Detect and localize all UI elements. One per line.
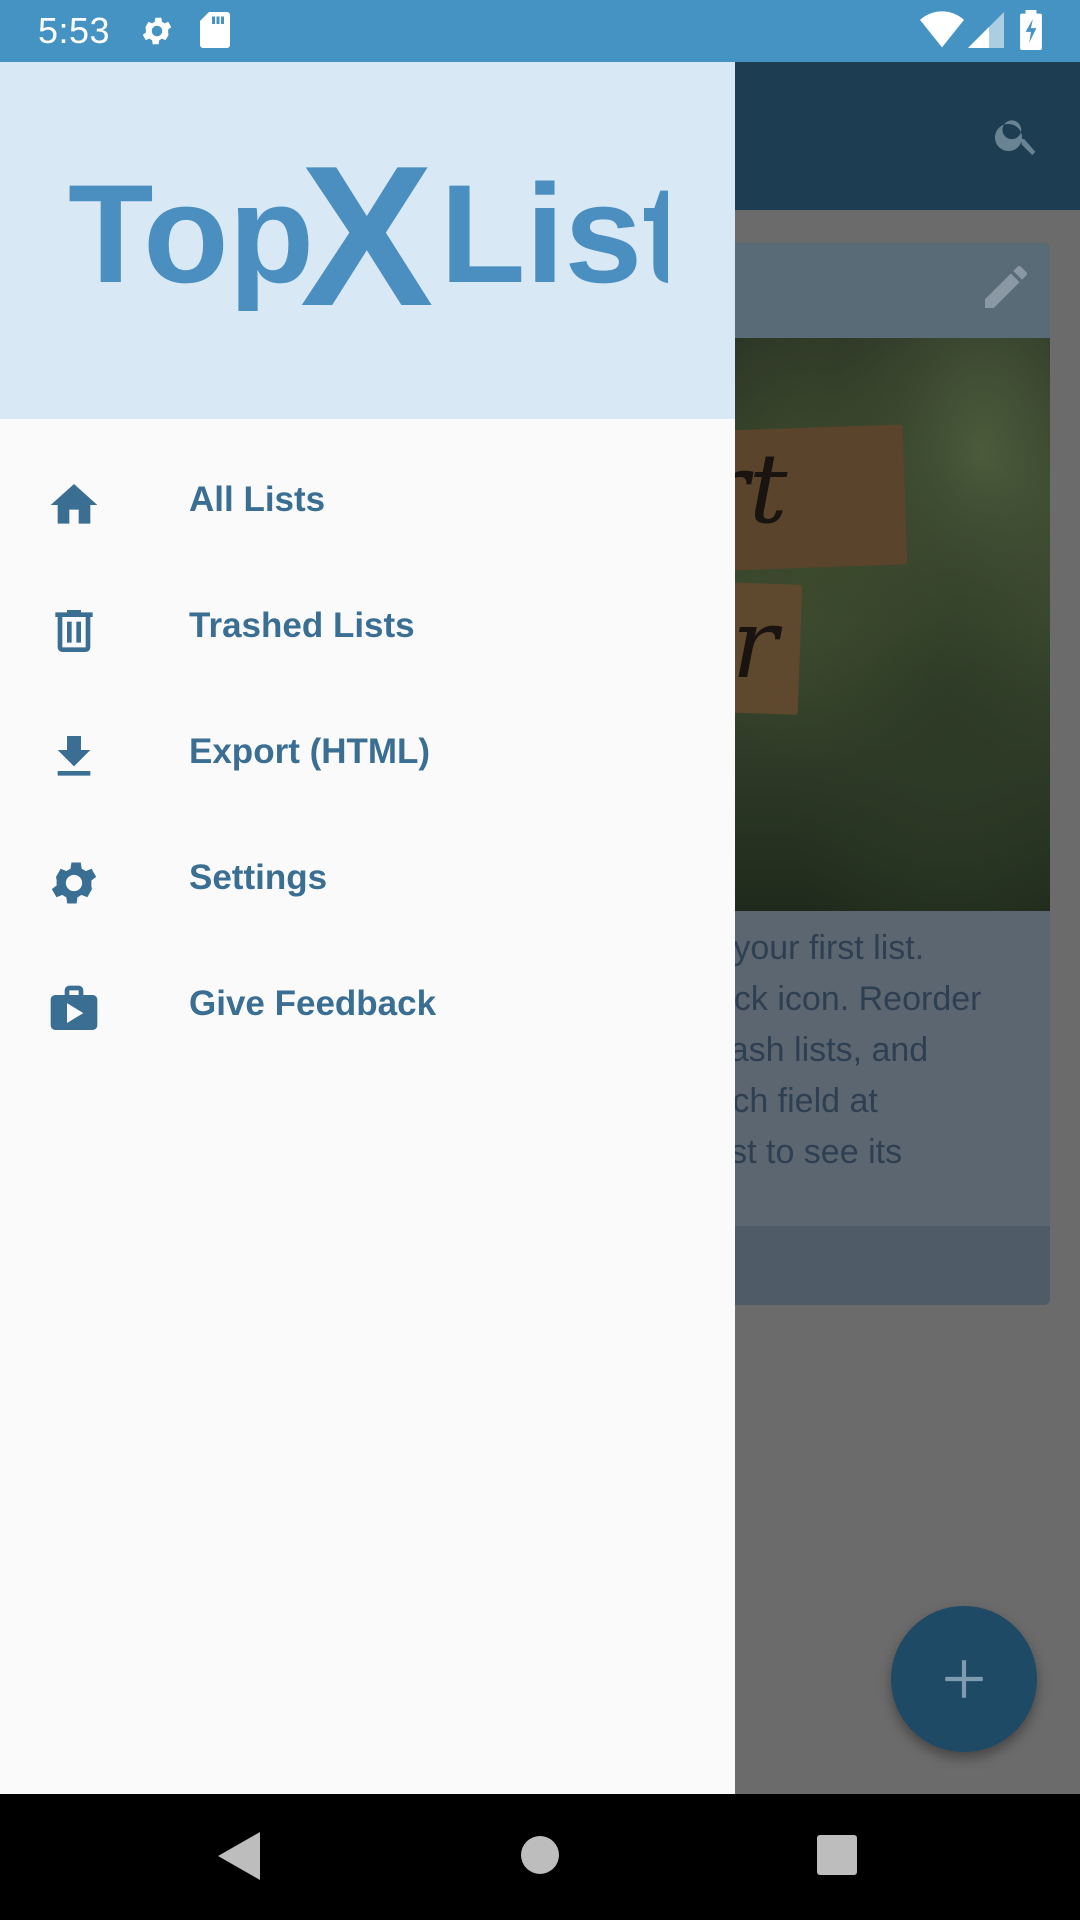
card-header (715, 243, 1050, 338)
navigation-drawer: Top X List All Lists Trashed Lists Expor… (0, 62, 735, 1794)
edit-icon[interactable] (978, 259, 1034, 320)
menu-item-trashed-lists[interactable]: Trashed Lists (0, 568, 735, 694)
menu-item-settings[interactable]: Settings (0, 820, 735, 946)
card-text-line: list to see its (715, 1133, 903, 1171)
card-image: rt ir (715, 338, 1050, 911)
card-text-line: trash lists, and (715, 1031, 929, 1069)
status-bar: 5:53 (0, 0, 1080, 62)
drawer-header: Top X List (0, 62, 735, 419)
wifi-icon (920, 10, 964, 53)
menu-item-label: Settings (189, 858, 328, 897)
logo-text-x: X (300, 140, 433, 320)
search-icon[interactable] (992, 110, 1042, 165)
menu-item-give-feedback[interactable]: Give Feedback (0, 946, 735, 1072)
menu-item-label: Trashed Lists (189, 606, 415, 645)
card-description: e your first list. eck icon. Reorder tra… (715, 911, 1050, 1226)
logo-text-top: Top (68, 155, 314, 312)
home-nav-icon[interactable] (519, 1834, 561, 1881)
logo-text-list: List (440, 155, 668, 312)
card-text-line: eck icon. Reorder (715, 980, 982, 1018)
menu-item-label: All Lists (189, 480, 326, 519)
battery-charging-icon (1020, 10, 1042, 55)
drawer-menu: All Lists Trashed Lists Export (HTML) Se… (0, 442, 735, 1072)
sd-card-icon (200, 12, 230, 53)
back-icon[interactable] (218, 1832, 260, 1885)
card-text-line: rch field at (721, 1082, 878, 1120)
menu-item-all-lists[interactable]: All Lists (0, 442, 735, 568)
feedback-icon (46, 981, 102, 1037)
plus-icon (945, 1660, 983, 1698)
menu-item-label: Give Feedback (189, 984, 437, 1023)
download-icon (46, 729, 102, 785)
app-logo: Top X List (68, 140, 668, 320)
trash-icon (46, 603, 102, 659)
gear-icon (139, 12, 175, 55)
status-time: 5:53 (38, 10, 111, 51)
system-nav-bar (0, 1794, 1080, 1920)
card-text-line: e your first list. (715, 929, 925, 967)
recents-icon[interactable] (817, 1835, 857, 1880)
gear-icon (46, 855, 102, 911)
menu-item-label: Export (HTML) (189, 732, 431, 771)
signal-icon (968, 12, 1004, 53)
home-icon (46, 477, 102, 533)
add-list-button[interactable] (891, 1606, 1037, 1752)
list-card[interactable]: rt ir e your first list. eck icon. Reord… (715, 243, 1050, 1305)
card-footer (715, 1226, 1050, 1305)
menu-item-export-html[interactable]: Export (HTML) (0, 694, 735, 820)
